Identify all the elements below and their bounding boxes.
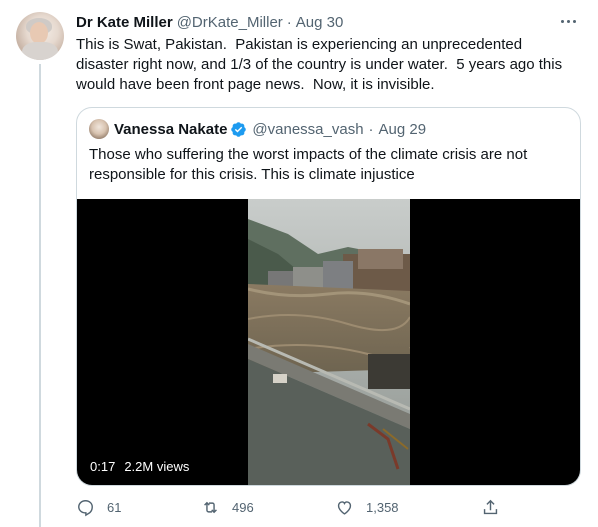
author-name[interactable]: Dr Kate Miller [76, 14, 173, 31]
video-views: 2.2M views [124, 459, 190, 474]
tweet-header: Dr Kate Miller @DrKate_Miller · Aug 30 [76, 11, 343, 33]
separator-dot: · [368, 120, 374, 138]
share-button[interactable] [481, 495, 500, 519]
quoted-tweet-text: Those who suffering the worst impacts of… [89, 146, 528, 183]
share-icon [483, 499, 498, 514]
heart-icon [337, 500, 352, 515]
video-player[interactable]: 0:17 2.2M views [77, 199, 580, 485]
reply-count: 61 [107, 499, 122, 515]
tweet-actions: 61 496 1,358 [76, 495, 506, 519]
like-count: 1,358 [366, 499, 399, 515]
verified-badge-icon [231, 121, 247, 137]
quoted-author-avatar [89, 119, 109, 139]
more-options-icon[interactable] [558, 12, 578, 30]
tweet-text: This is Swat, Pakistan. Pakistan is expe… [76, 36, 567, 93]
quoted-tweet[interactable]: Vanessa Nakate @vanessa_vash · Aug 29 Th… [76, 107, 581, 486]
tweet-timestamp[interactable]: Aug 30 [296, 14, 344, 31]
flood-video-frame [248, 199, 410, 485]
thread-line [39, 64, 41, 527]
quoted-author-handle: @vanessa_vash [252, 120, 364, 138]
retweet-button[interactable]: 496 [201, 495, 254, 519]
quoted-author-name: Vanessa Nakate [114, 120, 228, 138]
video-meta: 0:17 2.2M views [90, 459, 189, 474]
video-duration: 0:17 [90, 459, 116, 474]
retweet-icon [204, 501, 217, 513]
retweet-count: 496 [232, 499, 254, 515]
quoted-timestamp: Aug 29 [378, 120, 427, 138]
reply-button[interactable]: 61 [76, 495, 121, 519]
quoted-tweet-header: Vanessa Nakate @vanessa_vash · Aug 29 [89, 119, 426, 139]
reply-icon [78, 499, 93, 516]
author-handle[interactable]: @DrKate_Miller [177, 14, 283, 31]
separator-dot: · [286, 13, 292, 31]
like-button[interactable]: 1,358 [335, 495, 399, 519]
author-avatar[interactable] [16, 12, 64, 60]
